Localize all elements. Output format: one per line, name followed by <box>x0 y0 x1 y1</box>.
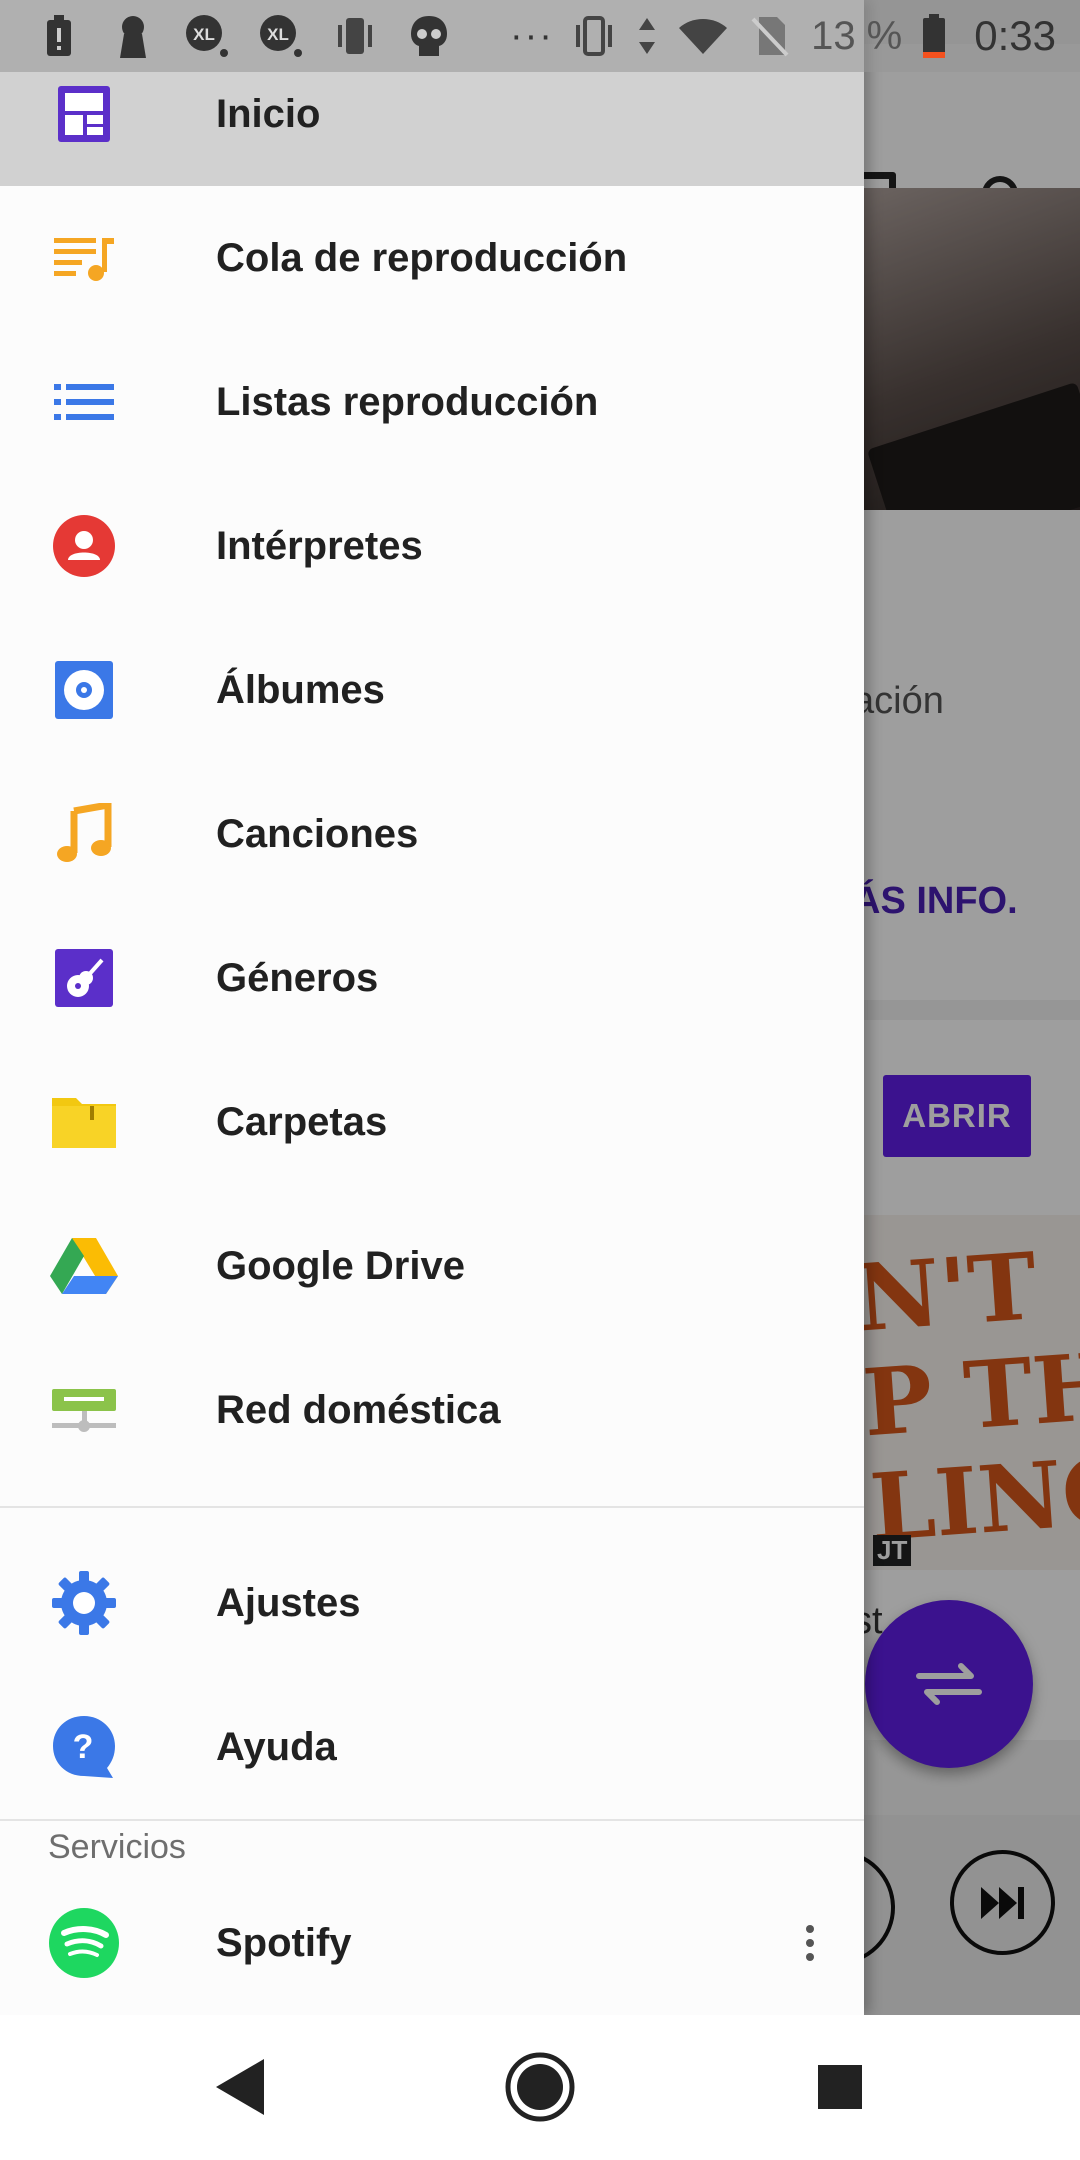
data-arrows-icon <box>635 13 659 59</box>
drawer-item-label: Google Drive <box>216 1243 465 1288</box>
drawer-item-google-drive[interactable]: Google Drive <box>0 1194 864 1338</box>
svg-text:XL: XL <box>193 25 215 44</box>
drawer-item-songs[interactable]: Canciones <box>0 762 864 906</box>
status-bar: XL XL ··· 13 % 0:33 <box>0 0 1080 72</box>
album-icon <box>48 654 120 726</box>
spotify-icon <box>48 1907 120 1979</box>
drawer-item-label: Canciones <box>216 811 419 856</box>
google-drive-icon <box>48 1230 120 1302</box>
vibrate-icon <box>332 13 378 59</box>
gear-icon <box>48 1567 120 1639</box>
queue-music-icon <box>48 222 120 294</box>
folder-icon <box>48 1086 120 1158</box>
drawer-item-albums[interactable]: Álbumes <box>0 618 864 762</box>
drawer-item-artists[interactable]: Intérpretes <box>0 474 864 618</box>
services-section-title: Servicios <box>48 1828 186 1866</box>
drawer-item-label: Cola de reproducción <box>216 235 628 280</box>
artist-icon <box>48 510 120 582</box>
help-icon: ? <box>48 1711 120 1783</box>
xl-search-icon: XL <box>184 13 230 59</box>
more-options-icon[interactable] <box>790 1907 830 1979</box>
svg-text:?: ? <box>73 1728 94 1766</box>
drawer-item-queue[interactable]: Cola de reproducción <box>0 186 864 330</box>
drawer-item-settings[interactable]: Ajustes <box>0 1531 864 1675</box>
drawer-item-spotify[interactable]: Spotify <box>0 1871 864 2015</box>
guitar-icon <box>48 942 120 1014</box>
drawer-item-playlists[interactable]: Listas reproducción <box>0 330 864 474</box>
battery-low-icon <box>920 13 948 59</box>
keyhole-icon <box>110 13 156 59</box>
battery-percent: 13 % <box>811 13 903 58</box>
battery-alert-icon <box>36 13 82 59</box>
drawer-item-label: Inicio <box>216 91 321 136</box>
wifi-icon <box>677 13 729 59</box>
vibrate-icon <box>571 13 617 59</box>
system-navigation-bar <box>0 2015 1080 2160</box>
divider <box>0 1819 864 1821</box>
drawer-item-label: Listas reproducción <box>216 379 599 424</box>
drawer-item-label: Spotify <box>216 1920 352 1965</box>
clock: 0:33 <box>974 12 1056 59</box>
recents-icon[interactable] <box>790 2037 890 2137</box>
drawer-item-help[interactable]: ? Ayuda <box>0 1675 864 1819</box>
drawer-item-label: Ajustes <box>216 1580 361 1625</box>
svg-text:XL: XL <box>267 25 289 44</box>
divider <box>0 1506 864 1508</box>
drawer-item-genres[interactable]: Géneros <box>0 906 864 1050</box>
back-icon[interactable] <box>190 2037 290 2137</box>
home-network-icon <box>48 1374 120 1446</box>
home-icon[interactable] <box>490 2037 590 2137</box>
drawer-item-label: Red doméstica <box>216 1387 501 1432</box>
music-note-icon <box>48 798 120 870</box>
no-sim-icon <box>747 13 793 59</box>
drawer-item-home-network[interactable]: Red doméstica <box>0 1338 864 1482</box>
drawer-item-label: Ayuda <box>216 1724 337 1769</box>
drawer-item-folders[interactable]: Carpetas <box>0 1050 864 1194</box>
drawer-item-label: Géneros <box>216 955 379 1000</box>
drawer-item-label: Álbumes <box>216 667 385 712</box>
playlist-icon <box>48 366 120 438</box>
drawer-item-label: Carpetas <box>216 1099 388 1144</box>
overflow-indicator: ··· <box>510 15 554 57</box>
home-grid-icon <box>48 78 120 150</box>
navigation-drawer: Inicio Cola de reproducción Listas repro… <box>0 0 864 2015</box>
xl-search-icon: XL <box>258 13 304 59</box>
skull-icon <box>406 13 452 59</box>
drawer-item-label: Intérpretes <box>216 523 423 568</box>
